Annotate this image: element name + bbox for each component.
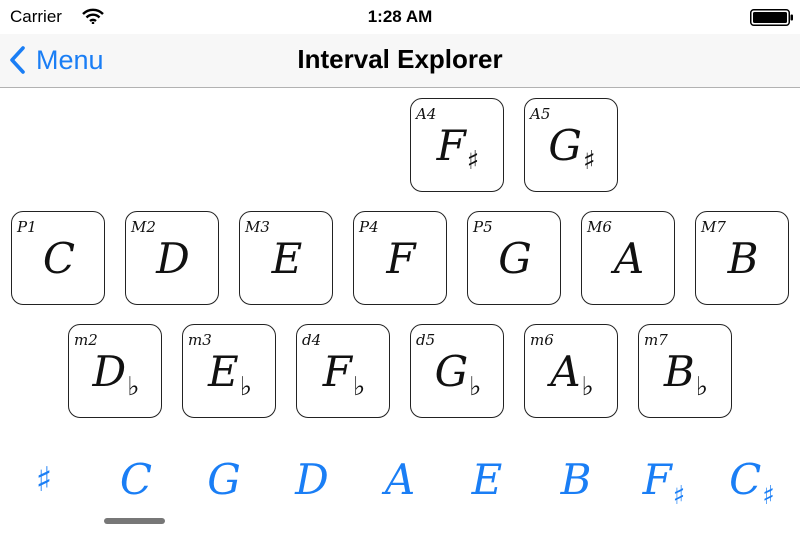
note-key-m3-major[interactable]: M3 E bbox=[239, 211, 333, 305]
note-name: F♭ bbox=[322, 347, 366, 402]
sharp-icon: ♯ bbox=[672, 481, 686, 511]
note-name: G♯ bbox=[548, 121, 596, 176]
key-option-d[interactable]: D bbox=[272, 448, 352, 518]
note-key-d4[interactable]: d4 F♭ bbox=[296, 324, 390, 418]
note-name: D♭ bbox=[92, 347, 140, 402]
key-selector: ♯ C G D A E B F♯ C♯ bbox=[0, 448, 800, 518]
note-key-a4[interactable]: A4 F♯ bbox=[410, 98, 504, 192]
flat-icon: ♭ bbox=[239, 372, 252, 402]
note-name: G bbox=[498, 234, 532, 283]
note-name: F bbox=[386, 234, 416, 283]
note-name: A bbox=[613, 234, 645, 283]
flat-icon: ♭ bbox=[352, 372, 366, 402]
sharp-toggle-button[interactable]: ♯ bbox=[18, 448, 70, 512]
note-key-m2-minor[interactable]: m2 D♭ bbox=[68, 324, 162, 418]
note-key-m2-major[interactable]: M2 D bbox=[125, 211, 219, 305]
sharp-icon: ♯ bbox=[582, 146, 596, 176]
key-option-f-sharp[interactable]: F♯ bbox=[624, 448, 704, 518]
status-time: 1:28 AM bbox=[367, 7, 433, 26]
navigation-bar: Menu Interval Explorer bbox=[0, 34, 800, 88]
note-key-m6-minor[interactable]: m6 A♭ bbox=[524, 324, 618, 418]
note-key-a5[interactable]: A5 G♯ bbox=[524, 98, 618, 192]
flat-icon: ♭ bbox=[581, 372, 594, 402]
note-key-p4[interactable]: P4 F bbox=[353, 211, 447, 305]
page-title: Interval Explorer bbox=[297, 44, 503, 74]
status-bar: Carrier 1:28 AM bbox=[0, 0, 800, 34]
note-name: E♭ bbox=[208, 347, 252, 402]
key-option-b[interactable]: B bbox=[536, 448, 616, 518]
key-option-e[interactable]: E bbox=[447, 448, 527, 518]
note-name: B bbox=[727, 234, 759, 283]
note-key-d5[interactable]: d5 G♭ bbox=[410, 324, 504, 418]
sharp-icon: ♯ bbox=[466, 146, 480, 176]
key-option-c[interactable]: C bbox=[96, 448, 176, 518]
note-name: B♭ bbox=[663, 347, 709, 402]
key-option-g[interactable]: G bbox=[184, 448, 264, 518]
note-name: C bbox=[42, 234, 76, 283]
note-key-m7-minor[interactable]: m7 B♭ bbox=[638, 324, 732, 418]
note-key-m3-minor[interactable]: m3 E♭ bbox=[182, 324, 276, 418]
note-key-p1[interactable]: P1 C bbox=[11, 211, 105, 305]
flat-icon: ♭ bbox=[469, 372, 482, 402]
key-option-c-sharp[interactable]: C♯ bbox=[712, 448, 792, 518]
sharp-icon: ♯ bbox=[762, 481, 775, 511]
note-name: E bbox=[271, 234, 303, 283]
battery-icon bbox=[750, 9, 793, 26]
flat-icon: ♭ bbox=[127, 372, 140, 402]
key-option-a[interactable]: A bbox=[360, 448, 440, 518]
note-name: F♯ bbox=[436, 121, 480, 176]
note-name: G♭ bbox=[434, 347, 482, 402]
note-name: A♭ bbox=[550, 347, 594, 402]
flat-icon: ♭ bbox=[695, 372, 709, 402]
note-name: D bbox=[156, 234, 190, 283]
selected-key-indicator bbox=[104, 518, 165, 524]
note-key-m7-major[interactable]: M7 B bbox=[695, 211, 789, 305]
note-key-m6-major[interactable]: M6 A bbox=[581, 211, 675, 305]
note-key-p5[interactable]: P5 G bbox=[467, 211, 561, 305]
